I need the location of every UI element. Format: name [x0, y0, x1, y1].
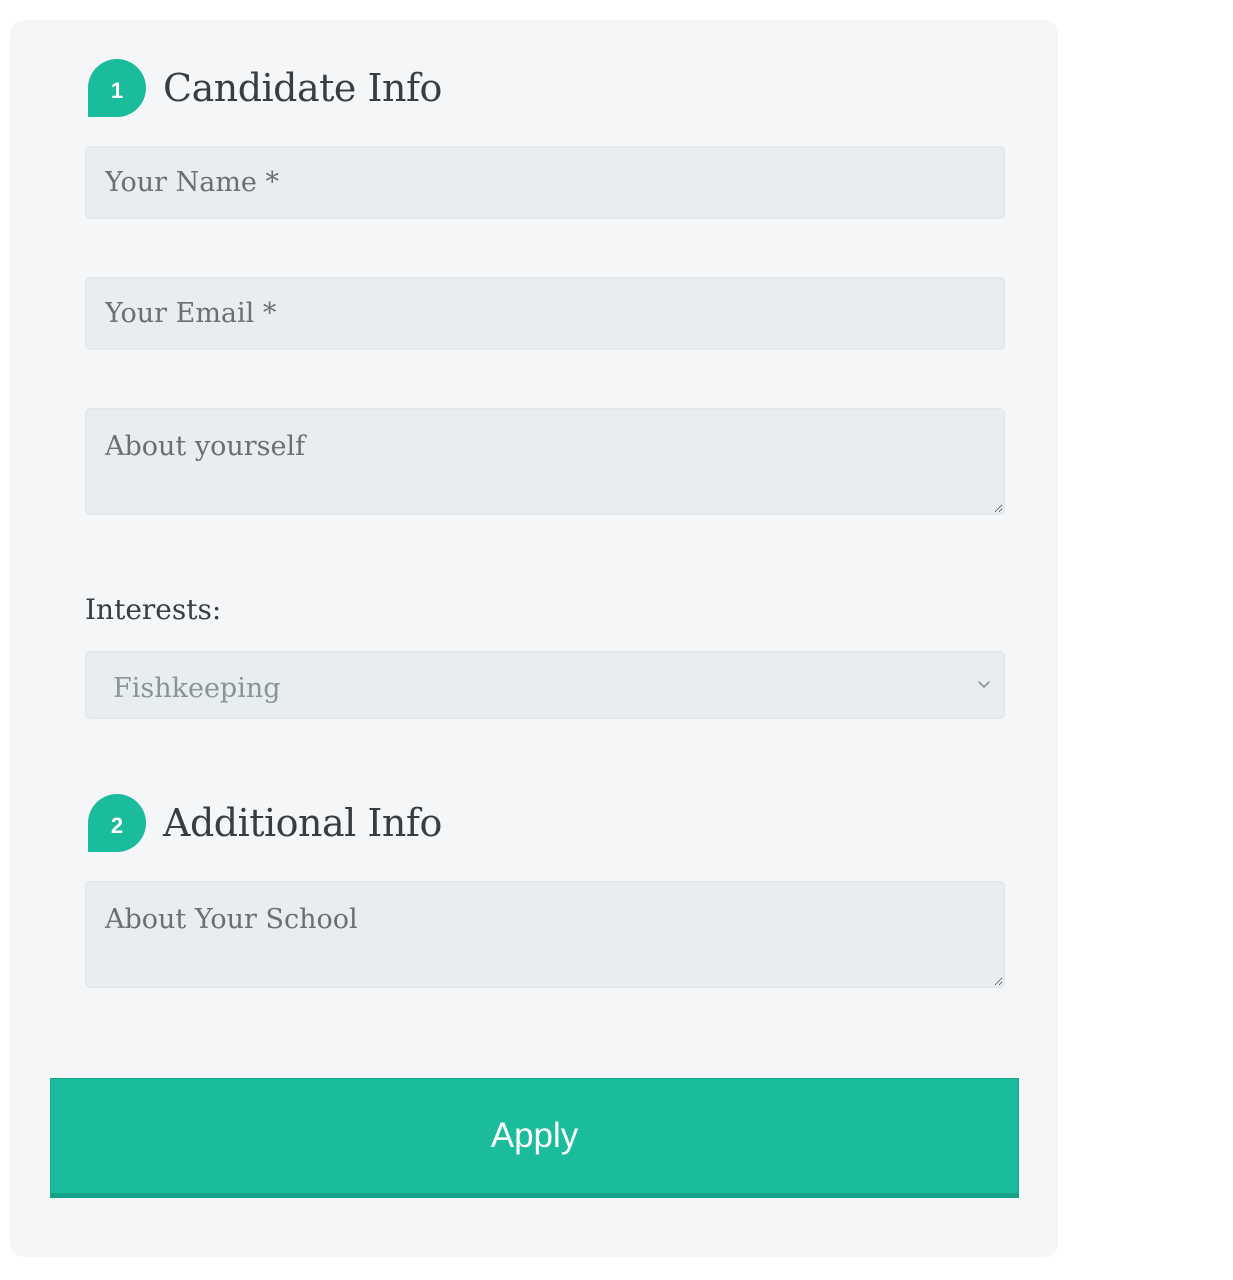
step-badge: 1: [88, 59, 146, 117]
interests-select[interactable]: Fishkeeping: [85, 651, 1005, 719]
section-title: Additional Info: [163, 801, 442, 845]
chevron-down-icon: [978, 681, 990, 688]
application-form: 1 Candidate Info Interests: Fishkeeping …: [10, 20, 1058, 1257]
interests-label: Interests:: [85, 593, 222, 626]
name-input[interactable]: [85, 146, 1005, 219]
about-school-textarea[interactable]: [85, 881, 1005, 988]
section-header-additional-info: 2 Additional Info: [88, 794, 442, 852]
about-yourself-textarea[interactable]: [85, 408, 1005, 515]
apply-button[interactable]: Apply: [50, 1078, 1019, 1198]
interests-selected-value: Fishkeeping: [113, 673, 281, 704]
email-input[interactable]: [85, 277, 1005, 350]
section-title: Candidate Info: [163, 66, 442, 110]
step-badge: 2: [88, 794, 146, 852]
section-header-candidate-info: 1 Candidate Info: [88, 59, 442, 117]
